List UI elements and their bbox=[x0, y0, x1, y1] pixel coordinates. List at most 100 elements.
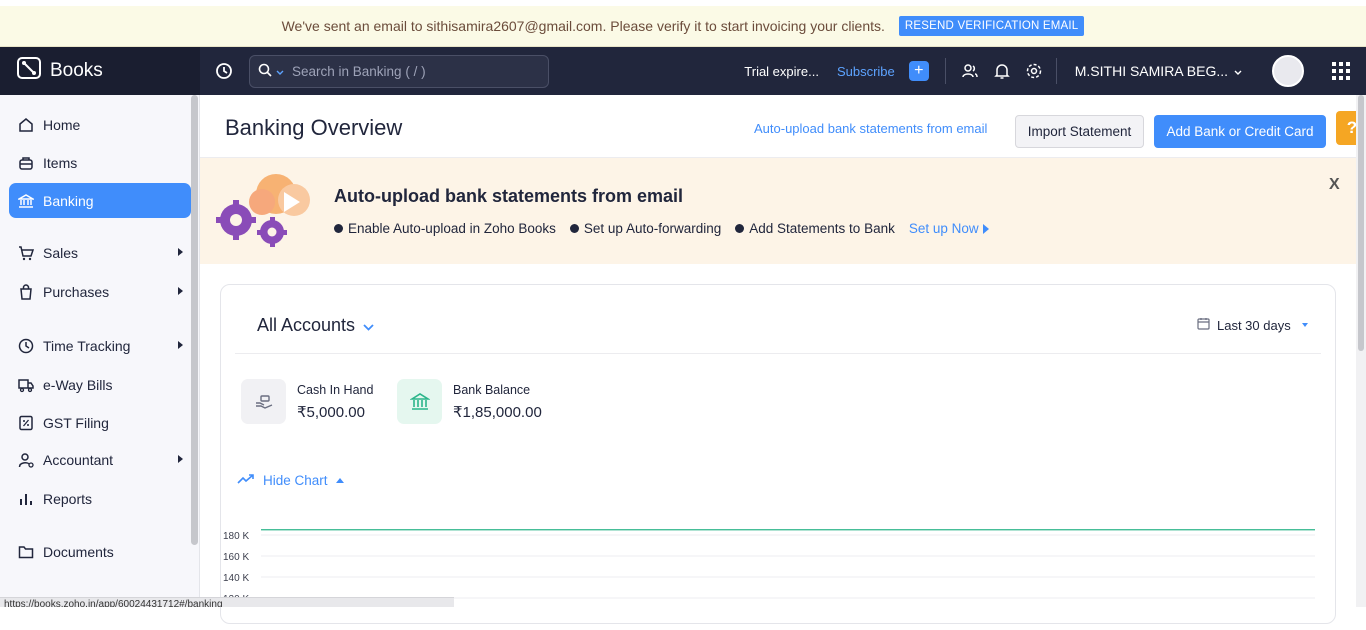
date-range-selector[interactable]: Last 30 days bbox=[1197, 317, 1308, 333]
gear-icon[interactable] bbox=[1024, 61, 1044, 81]
accounts-card: All Accounts Last 30 days Cash In Hand ₹… bbox=[220, 284, 1336, 624]
close-promo-button[interactable]: X bbox=[1329, 176, 1340, 194]
sidebar-item-time-tracking[interactable]: Time Tracking bbox=[9, 328, 191, 363]
page-title: Banking Overview bbox=[225, 115, 403, 140]
chevron-down-icon bbox=[363, 315, 374, 336]
quick-create-button[interactable]: + bbox=[908, 61, 929, 81]
chart-y-tick-label: 140 K bbox=[223, 573, 249, 584]
sidebar-item-label: Accountant bbox=[43, 451, 114, 468]
recent-history-icon[interactable] bbox=[214, 61, 234, 81]
caret-down-icon bbox=[1301, 323, 1308, 327]
auto-upload-promo: Auto-upload bank statements from email E… bbox=[200, 157, 1366, 264]
chart-y-tick-label: 160 K bbox=[223, 552, 249, 563]
gears-cloud-illustration-icon bbox=[214, 172, 322, 255]
chevron-down-icon[interactable] bbox=[276, 64, 284, 79]
hide-chart-toggle[interactable]: Hide Chart bbox=[237, 473, 344, 488]
sidebar-item-label: Banking bbox=[43, 192, 94, 209]
books-logo-icon bbox=[16, 55, 42, 87]
sidebar-item-label: Items bbox=[43, 154, 78, 171]
accountant-icon bbox=[17, 451, 35, 469]
status-url: https://books.zoho.in/app/60024431712#/b… bbox=[0, 597, 454, 607]
bank-balance-stat: Bank Balance ₹1,85,000.00 bbox=[397, 379, 542, 424]
cash-in-hand-value: ₹5,000.00 bbox=[297, 403, 365, 421]
sidebar-item-label: Purchases bbox=[43, 283, 110, 300]
auto-upload-link[interactable]: Auto-upload bank statements from email bbox=[754, 121, 987, 136]
search-icon[interactable] bbox=[258, 63, 272, 80]
resend-verification-button[interactable]: RESEND VERIFICATION EMAIL bbox=[898, 16, 1085, 36]
cash-in-hand-label: Cash In Hand bbox=[297, 382, 374, 397]
divider bbox=[1055, 58, 1057, 84]
play-arrow-icon bbox=[982, 223, 989, 234]
bank-icon bbox=[17, 192, 35, 210]
sidebar-item-label: Documents bbox=[43, 543, 114, 560]
search-input[interactable]: Search in Banking ( / ) bbox=[249, 54, 549, 88]
bank-balance-label: Bank Balance bbox=[453, 382, 531, 397]
subscribe-link[interactable]: Subscribe bbox=[837, 64, 895, 79]
promo-step: Set up Auto-forwarding bbox=[569, 221, 721, 236]
chevron-down-icon bbox=[1234, 63, 1242, 79]
expand-arrow-icon bbox=[178, 341, 183, 349]
expand-arrow-icon bbox=[178, 287, 183, 295]
bank-balance-value: ₹1,85,000.00 bbox=[453, 403, 542, 421]
apps-grid-icon[interactable] bbox=[1332, 62, 1350, 80]
bell-icon[interactable] bbox=[992, 61, 1012, 81]
verification-message: We've sent an email to sithisamira2607@g… bbox=[281, 18, 885, 34]
verification-banner: We've sent an email to sithisamira2607@g… bbox=[0, 0, 1366, 47]
search-placeholder: Search in Banking ( / ) bbox=[292, 63, 426, 79]
sidebar-item-items[interactable]: Items bbox=[9, 145, 191, 180]
account-selector-label: All Accounts bbox=[257, 315, 356, 335]
divider bbox=[235, 353, 1321, 354]
sidebar-item-eway-bills[interactable]: e-Way Bills bbox=[9, 367, 191, 402]
organization-switcher[interactable]: M.SITHI SAMIRA BEG... bbox=[1075, 63, 1242, 79]
cart-icon bbox=[17, 244, 35, 262]
promo-steps: Enable Auto-upload in Zoho Books Set up … bbox=[334, 221, 989, 236]
sidebar-item-label: Home bbox=[43, 116, 81, 133]
trend-up-icon bbox=[237, 473, 255, 488]
percent-icon bbox=[17, 414, 35, 432]
expand-arrow-icon bbox=[178, 455, 183, 463]
add-bank-button[interactable]: Add Bank or Credit Card bbox=[1154, 115, 1326, 148]
chart-y-tick-label: 180 K bbox=[223, 531, 249, 542]
org-name: M.SITHI SAMIRA BEG... bbox=[1074, 63, 1228, 79]
chart-icon bbox=[17, 490, 35, 508]
folder-icon bbox=[17, 543, 35, 561]
trial-status: Trial expire... bbox=[744, 63, 819, 79]
import-statement-button[interactable]: Import Statement bbox=[1015, 115, 1144, 148]
expand-arrow-icon bbox=[178, 248, 183, 256]
clock-icon bbox=[17, 337, 35, 355]
sidebar-item-label: Time Tracking bbox=[43, 337, 131, 354]
top-navigation: Books Search in Banking ( / ) Trial expi… bbox=[0, 47, 1366, 95]
hide-chart-label: Hide Chart bbox=[263, 473, 328, 488]
sidebar: Home Items Banking Sales Purchases Time … bbox=[0, 95, 200, 607]
avatar[interactable] bbox=[1272, 55, 1304, 87]
sidebar-item-sales[interactable]: Sales bbox=[9, 235, 191, 270]
sidebar-item-reports[interactable]: Reports bbox=[9, 481, 191, 516]
promo-title: Auto-upload bank statements from email bbox=[334, 186, 684, 206]
brand-name: Books bbox=[50, 60, 103, 81]
brand[interactable]: Books bbox=[0, 47, 200, 95]
setup-now-link[interactable]: Set up Now bbox=[909, 221, 989, 236]
home-icon bbox=[17, 116, 35, 134]
sidebar-item-purchases[interactable]: Purchases bbox=[9, 274, 191, 309]
sidebar-item-label: GST Filing bbox=[43, 414, 109, 431]
page-scrollbar[interactable] bbox=[1356, 95, 1366, 607]
sidebar-item-accountant[interactable]: Accountant bbox=[9, 442, 191, 477]
sidebar-scrollbar[interactable] bbox=[191, 95, 198, 545]
account-selector[interactable]: All Accounts bbox=[257, 315, 374, 336]
items-icon bbox=[17, 154, 35, 172]
sidebar-item-label: Reports bbox=[43, 490, 93, 507]
sidebar-item-documents[interactable]: Documents bbox=[9, 534, 191, 569]
cash-in-hand-stat: Cash In Hand ₹5,000.00 bbox=[241, 379, 373, 424]
cash-hand-icon bbox=[241, 379, 286, 424]
users-icon[interactable] bbox=[960, 61, 980, 81]
bag-icon bbox=[17, 283, 35, 301]
promo-step: Enable Auto-upload in Zoho Books bbox=[334, 221, 556, 236]
divider bbox=[944, 58, 946, 84]
sidebar-item-label: Sales bbox=[43, 244, 79, 261]
sidebar-item-home[interactable]: Home bbox=[9, 107, 191, 142]
sidebar-item-gst-filing[interactable]: GST Filing bbox=[9, 405, 191, 440]
date-range-label: Last 30 days bbox=[1217, 317, 1291, 333]
sidebar-item-banking[interactable]: Banking bbox=[9, 183, 191, 218]
sidebar-item-label: e-Way Bills bbox=[43, 376, 113, 393]
calendar-icon bbox=[1197, 317, 1210, 333]
